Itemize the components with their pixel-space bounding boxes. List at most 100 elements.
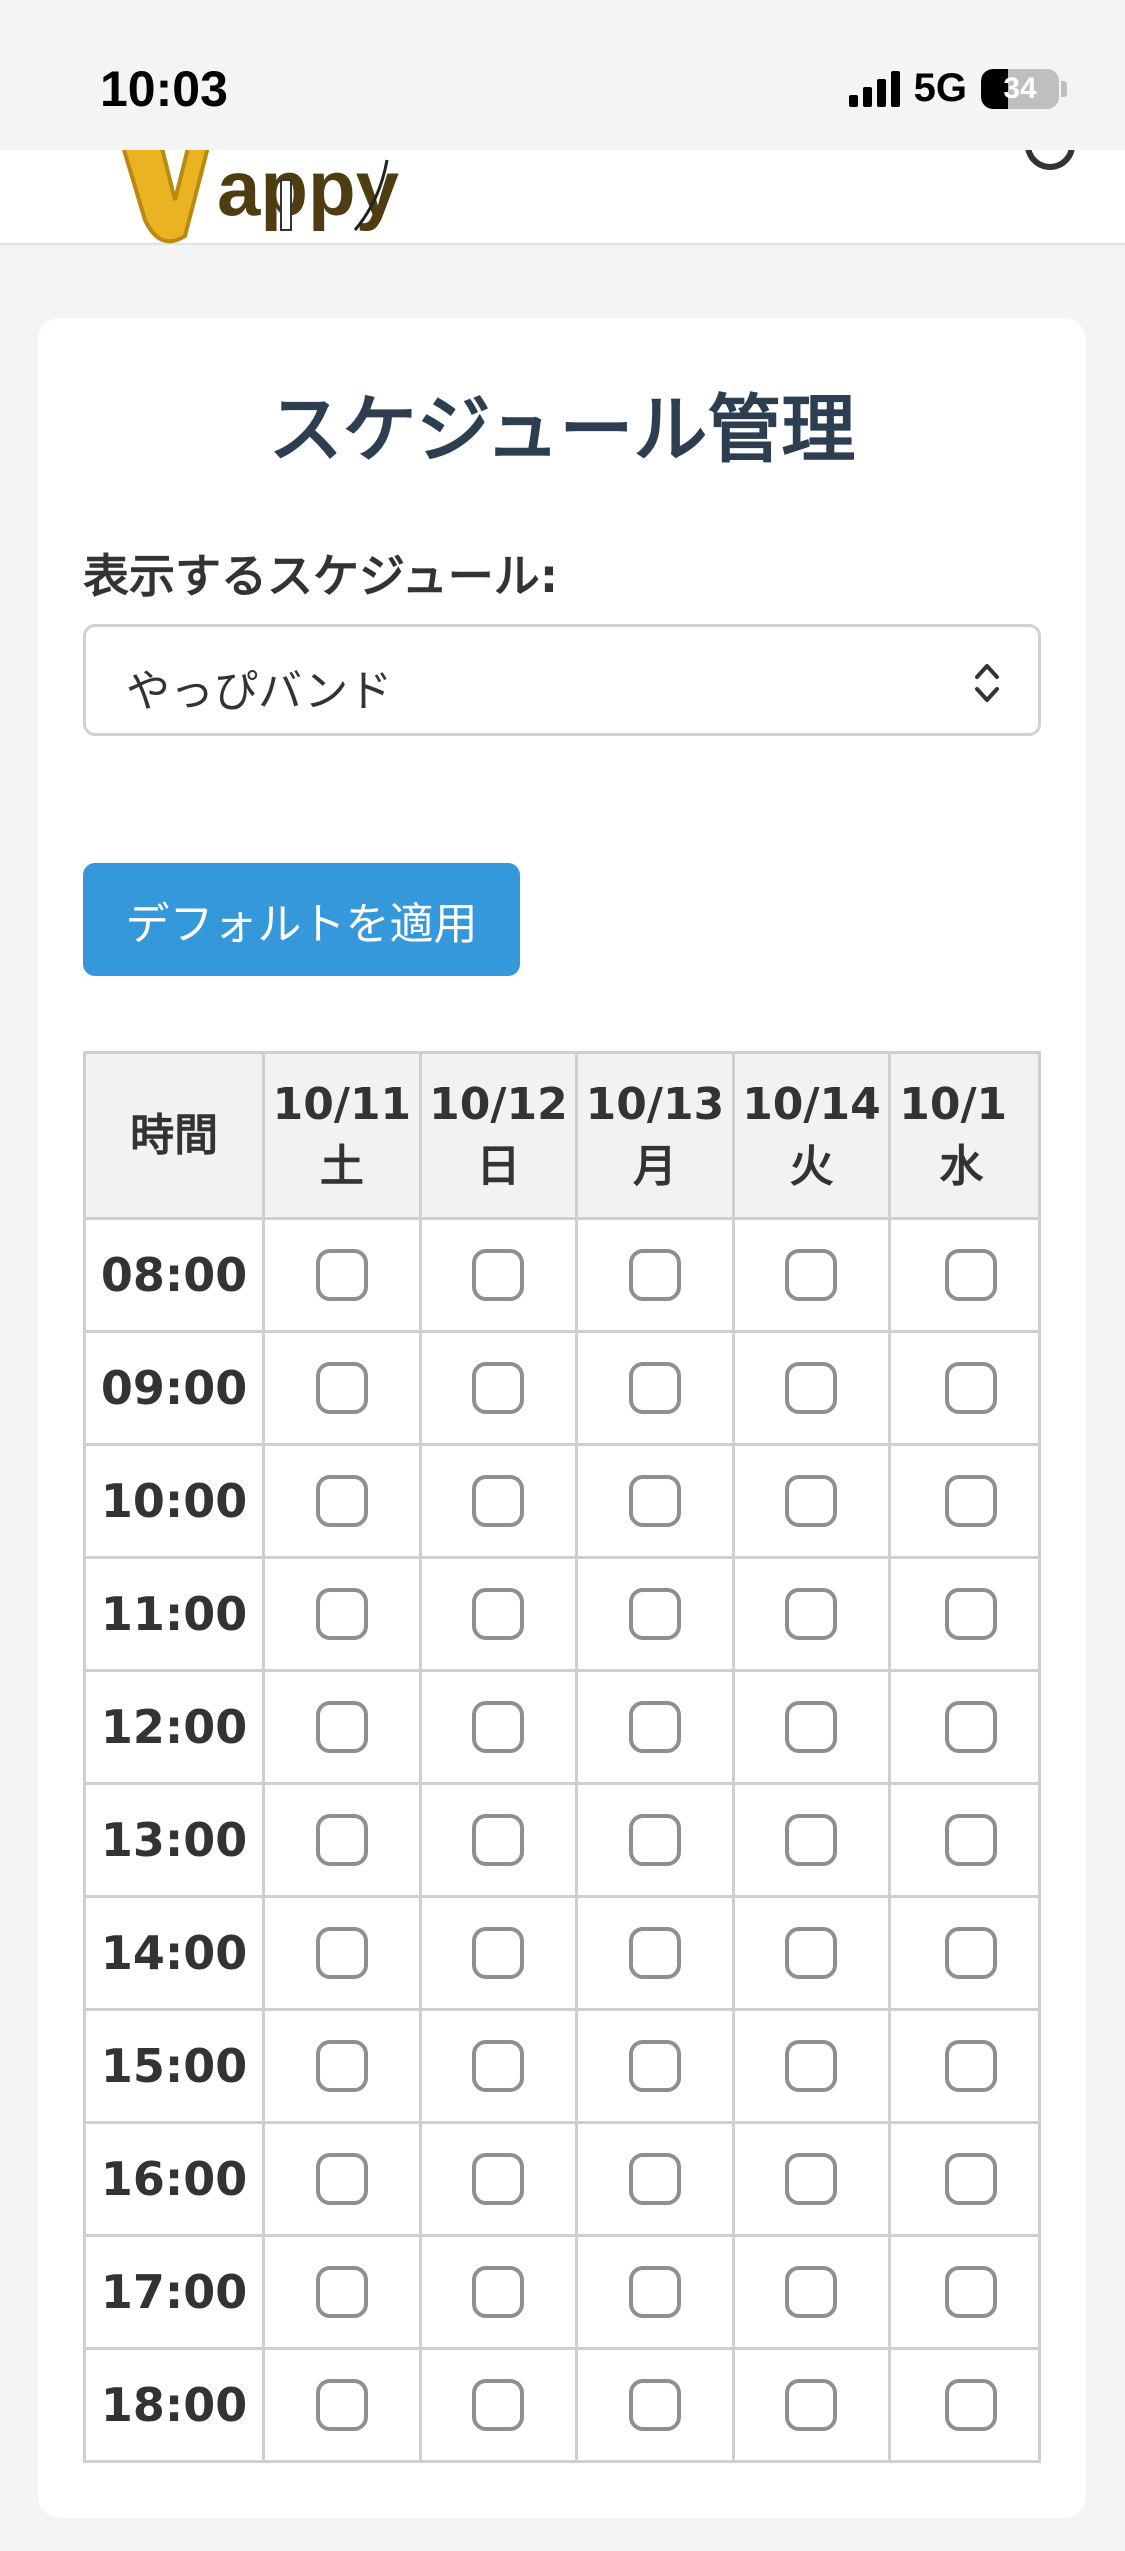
time-cell: 16:00	[83, 2121, 266, 2237]
slot-cell	[731, 1330, 892, 1446]
day-column-header: 10/12 日	[418, 1051, 579, 1220]
availability-checkbox[interactable]	[472, 2379, 525, 2431]
day-date: 10/11	[272, 1078, 412, 1130]
availability-checkbox[interactable]	[628, 1814, 681, 1866]
slot-cell	[418, 2121, 579, 2237]
availability-checkbox[interactable]	[315, 2040, 368, 2092]
availability-checkbox[interactable]	[315, 2153, 368, 2205]
app-logo[interactable]: appy	[105, 140, 405, 250]
availability-checkbox[interactable]	[315, 2379, 368, 2431]
availability-checkbox[interactable]	[945, 2379, 998, 2431]
schedule-select[interactable]: やっぴバンド	[83, 624, 1041, 736]
slot-cell	[418, 1217, 579, 1333]
day-weekday: 日	[476, 1140, 521, 1192]
slot-cell	[262, 2121, 422, 2237]
slot-cell	[731, 2008, 892, 2124]
availability-checkbox[interactable]	[472, 1927, 525, 1979]
slot-cell	[418, 1330, 579, 1446]
availability-checkbox[interactable]	[945, 1588, 998, 1640]
availability-checkbox[interactable]	[472, 2040, 525, 2092]
availability-checkbox[interactable]	[785, 1475, 838, 1527]
availability-checkbox[interactable]	[945, 2266, 998, 2318]
availability-checkbox[interactable]	[785, 1814, 838, 1866]
availability-checkbox[interactable]	[785, 1249, 838, 1301]
signal-icon	[848, 70, 900, 107]
availability-checkbox[interactable]	[628, 1701, 681, 1753]
slot-cell	[888, 1782, 1041, 1898]
time-column-header: 時間	[83, 1051, 266, 1220]
availability-checkbox[interactable]	[315, 1362, 368, 1414]
slot-cell	[731, 1782, 892, 1898]
availability-checkbox[interactable]	[315, 1475, 368, 1527]
availability-checkbox[interactable]	[315, 1814, 368, 1866]
time-cell: 10:00	[83, 1443, 266, 1559]
availability-checkbox[interactable]	[472, 1588, 525, 1640]
availability-checkbox[interactable]	[315, 1927, 368, 1979]
availability-checkbox[interactable]	[628, 1475, 681, 1527]
availability-checkbox[interactable]	[472, 2266, 525, 2318]
availability-checkbox[interactable]	[472, 1249, 525, 1301]
availability-checkbox[interactable]	[785, 1588, 838, 1640]
availability-checkbox[interactable]	[315, 1249, 368, 1301]
availability-checkbox[interactable]	[472, 1362, 525, 1414]
availability-checkbox[interactable]	[315, 1588, 368, 1640]
availability-checkbox[interactable]	[945, 1249, 998, 1301]
slot-cell	[731, 2347, 892, 2463]
table-row: 16:00	[83, 2121, 1041, 2237]
availability-checkbox[interactable]	[628, 1588, 681, 1640]
availability-checkbox[interactable]	[945, 1475, 998, 1527]
table-row: 09:00	[83, 1330, 1041, 1446]
availability-checkbox[interactable]	[628, 2040, 681, 2092]
availability-checkbox[interactable]	[785, 1701, 838, 1753]
availability-checkbox[interactable]	[315, 1701, 368, 1753]
availability-checkbox[interactable]	[315, 2266, 368, 2318]
slot-cell	[262, 2347, 422, 2463]
schedule-table-scroll[interactable]: 時間 10/11 土 10/12 日 10/13 月 10/14 火 10/1 水 08:…	[83, 1051, 1041, 2551]
slot-cell	[575, 1669, 735, 1785]
slot-cell	[731, 2121, 892, 2237]
time-cell: 08:00	[83, 1217, 266, 1333]
apply-default-button[interactable]: デフォルトを適用	[83, 863, 520, 976]
time-cell: 11:00	[83, 1556, 266, 1672]
slot-cell	[575, 2008, 735, 2124]
availability-checkbox[interactable]	[945, 2040, 998, 2092]
availability-checkbox[interactable]	[472, 1475, 525, 1527]
availability-checkbox[interactable]	[785, 1362, 838, 1414]
slot-cell	[262, 1895, 422, 2011]
availability-checkbox[interactable]	[945, 1362, 998, 1414]
availability-checkbox[interactable]	[785, 2266, 838, 2318]
availability-checkbox[interactable]	[628, 2266, 681, 2318]
availability-checkbox[interactable]	[628, 2379, 681, 2431]
status-indicators: 5G 34	[848, 66, 1067, 111]
availability-checkbox[interactable]	[785, 2379, 838, 2431]
app-header: appy	[0, 120, 1125, 245]
schedule-table: 時間 10/11 土 10/12 日 10/13 月 10/14 火 10/1 水 08:…	[83, 1051, 1041, 2463]
availability-checkbox[interactable]	[945, 2153, 998, 2205]
table-row: 11:00	[83, 1556, 1041, 1672]
availability-checkbox[interactable]	[945, 1927, 998, 1979]
availability-checkbox[interactable]	[785, 1927, 838, 1979]
day-date: 10/1	[899, 1078, 1008, 1130]
availability-checkbox[interactable]	[472, 1814, 525, 1866]
availability-checkbox[interactable]	[628, 2153, 681, 2205]
availability-checkbox[interactable]	[628, 1362, 681, 1414]
day-column-header: 10/14 火	[731, 1051, 892, 1220]
chevron-up-down-icon	[975, 664, 999, 702]
battery-cap	[1061, 80, 1067, 97]
availability-checkbox[interactable]	[785, 2153, 838, 2205]
slot-cell	[418, 1895, 579, 2011]
slot-cell	[731, 1556, 892, 1672]
availability-checkbox[interactable]	[628, 1927, 681, 1979]
availability-checkbox[interactable]	[472, 1701, 525, 1753]
time-cell: 18:00	[83, 2347, 266, 2463]
slot-cell	[575, 2347, 735, 2463]
schedule-select-value: やっぴバンド	[126, 666, 393, 717]
slot-cell	[575, 1217, 735, 1333]
availability-checkbox[interactable]	[472, 2153, 525, 2205]
slot-cell	[888, 1443, 1041, 1559]
availability-checkbox[interactable]	[785, 2040, 838, 2092]
availability-checkbox[interactable]	[628, 1249, 681, 1301]
availability-checkbox[interactable]	[945, 1701, 998, 1753]
slot-cell	[575, 2234, 735, 2350]
availability-checkbox[interactable]	[945, 1814, 998, 1866]
